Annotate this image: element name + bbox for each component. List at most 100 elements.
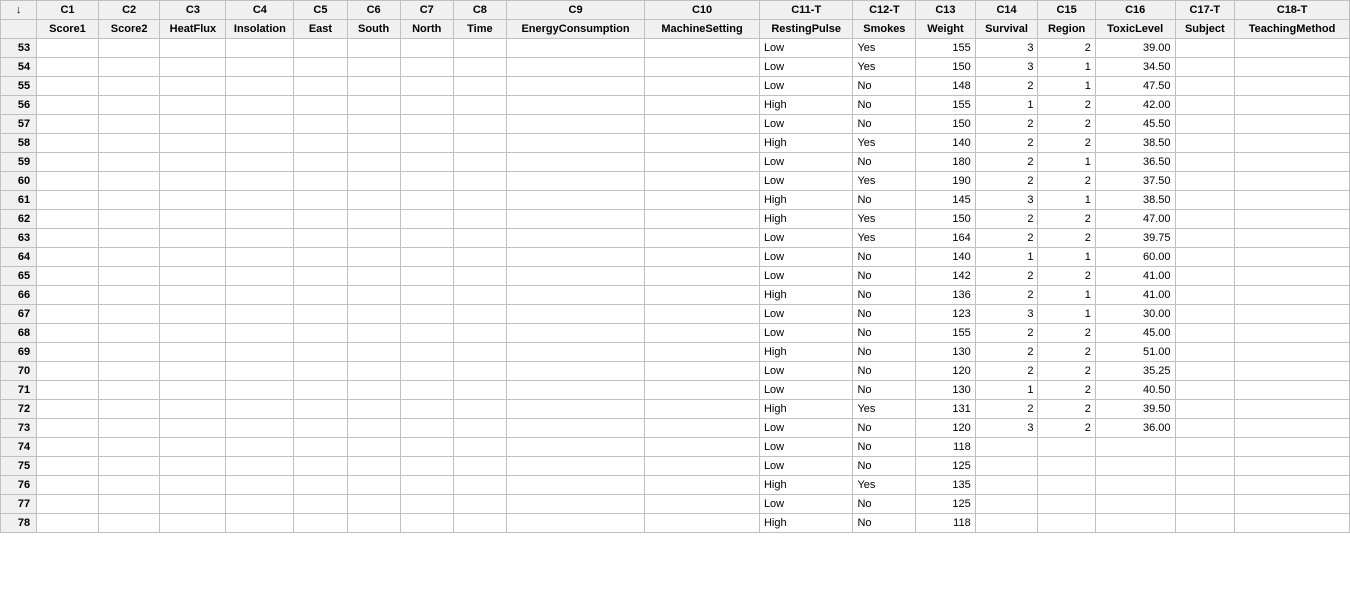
data-cell[interactable] (1235, 457, 1350, 476)
data-cell[interactable] (453, 343, 506, 362)
data-cell[interactable] (160, 39, 226, 58)
data-cell[interactable]: 1 (975, 96, 1038, 115)
data-cell[interactable] (400, 514, 453, 533)
data-cell[interactable] (160, 267, 226, 286)
data-cell[interactable] (37, 191, 99, 210)
data-cell[interactable]: 38.50 (1095, 134, 1175, 153)
data-cell[interactable]: 1 (1038, 58, 1095, 77)
data-cell[interactable] (645, 39, 760, 58)
data-cell[interactable]: 2 (975, 400, 1038, 419)
data-cell[interactable]: No (853, 96, 916, 115)
data-cell[interactable] (160, 476, 226, 495)
data-cell[interactable] (226, 514, 294, 533)
data-cell[interactable] (294, 248, 347, 267)
column-name-header[interactable]: EnergyConsumption (506, 20, 644, 39)
data-cell[interactable]: 30.00 (1095, 305, 1175, 324)
data-cell[interactable]: 2 (975, 115, 1038, 134)
data-cell[interactable]: 42.00 (1095, 96, 1175, 115)
data-cell[interactable]: No (853, 419, 916, 438)
data-cell[interactable] (1235, 286, 1350, 305)
data-cell[interactable] (1235, 191, 1350, 210)
data-cell[interactable]: Yes (853, 134, 916, 153)
data-cell[interactable]: 190 (916, 172, 976, 191)
data-cell[interactable] (400, 210, 453, 229)
data-cell[interactable]: 2 (975, 362, 1038, 381)
column-id-header[interactable]: C16 (1095, 1, 1175, 20)
data-cell[interactable] (347, 457, 400, 476)
data-cell[interactable] (160, 96, 226, 115)
data-cell[interactable] (98, 229, 160, 248)
data-cell[interactable]: 38.50 (1095, 191, 1175, 210)
table-row[interactable]: 62HighYes1502247.00 (1, 210, 1350, 229)
data-cell[interactable] (1235, 77, 1350, 96)
data-cell[interactable]: Low (759, 115, 853, 134)
data-cell[interactable] (645, 172, 760, 191)
column-name-header[interactable]: Region (1038, 20, 1095, 39)
data-cell[interactable] (37, 153, 99, 172)
data-cell[interactable] (347, 115, 400, 134)
data-cell[interactable] (98, 400, 160, 419)
data-cell[interactable] (1038, 514, 1095, 533)
data-cell[interactable]: 41.00 (1095, 286, 1175, 305)
data-cell[interactable] (506, 229, 644, 248)
data-cell[interactable] (98, 58, 160, 77)
row-number-header[interactable]: 69 (1, 343, 37, 362)
data-cell[interactable]: Yes (853, 39, 916, 58)
data-cell[interactable] (294, 286, 347, 305)
data-cell[interactable] (1175, 191, 1235, 210)
row-number-header[interactable]: 74 (1, 438, 37, 457)
data-cell[interactable]: 148 (916, 77, 976, 96)
data-cell[interactable] (975, 476, 1038, 495)
column-id-header[interactable]: C1 (37, 1, 99, 20)
data-cell[interactable] (645, 229, 760, 248)
row-number-header[interactable]: 61 (1, 191, 37, 210)
data-cell[interactable] (453, 39, 506, 58)
data-cell[interactable] (506, 362, 644, 381)
data-cell[interactable]: 120 (916, 419, 976, 438)
data-cell[interactable] (645, 58, 760, 77)
column-name-header[interactable]: Insolation (226, 20, 294, 39)
data-cell[interactable] (347, 419, 400, 438)
data-cell[interactable] (226, 267, 294, 286)
data-cell[interactable] (37, 96, 99, 115)
data-cell[interactable] (98, 476, 160, 495)
table-row[interactable]: 55LowNo1482147.50 (1, 77, 1350, 96)
data-cell[interactable] (506, 305, 644, 324)
data-cell[interactable] (294, 210, 347, 229)
data-cell[interactable]: Low (759, 267, 853, 286)
data-cell[interactable] (294, 400, 347, 419)
data-cell[interactable] (1235, 324, 1350, 343)
data-cell[interactable]: No (853, 438, 916, 457)
data-cell[interactable] (98, 191, 160, 210)
data-cell[interactable] (294, 457, 347, 476)
data-cell[interactable] (400, 381, 453, 400)
column-name-header[interactable]: Score1 (37, 20, 99, 39)
data-cell[interactable] (506, 115, 644, 134)
data-cell[interactable]: Low (759, 39, 853, 58)
data-cell[interactable]: 2 (975, 134, 1038, 153)
data-cell[interactable]: Low (759, 362, 853, 381)
data-cell[interactable]: 39.00 (1095, 39, 1175, 58)
data-cell[interactable]: No (853, 153, 916, 172)
data-cell[interactable] (506, 58, 644, 77)
data-cell[interactable]: No (853, 191, 916, 210)
data-cell[interactable] (160, 77, 226, 96)
data-cell[interactable] (98, 153, 160, 172)
data-cell[interactable] (453, 153, 506, 172)
data-cell[interactable] (975, 457, 1038, 476)
column-id-header[interactable]: C8 (453, 1, 506, 20)
data-cell[interactable]: 40.50 (1095, 381, 1175, 400)
data-cell[interactable] (226, 134, 294, 153)
data-cell[interactable]: 155 (916, 39, 976, 58)
data-cell[interactable]: No (853, 305, 916, 324)
column-name-header[interactable]: Weight (916, 20, 976, 39)
data-cell[interactable]: Low (759, 457, 853, 476)
data-cell[interactable] (453, 134, 506, 153)
data-cell[interactable] (1175, 438, 1235, 457)
data-cell[interactable] (37, 229, 99, 248)
data-cell[interactable]: Low (759, 153, 853, 172)
row-number-header[interactable]: 72 (1, 400, 37, 419)
data-cell[interactable] (98, 172, 160, 191)
data-cell[interactable] (645, 210, 760, 229)
data-cell[interactable] (347, 324, 400, 343)
